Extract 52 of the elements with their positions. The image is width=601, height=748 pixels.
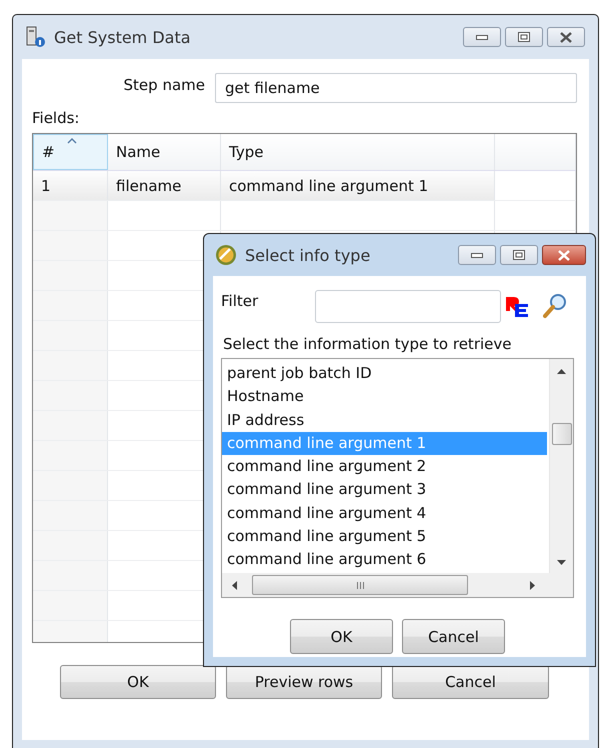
close-button[interactable] — [547, 27, 585, 47]
preview-rows-button[interactable]: Preview rows — [226, 665, 382, 699]
list-item[interactable]: command line argument 5 — [222, 525, 547, 548]
vertical-scrollbar[interactable] — [549, 359, 573, 573]
list-item[interactable]: parent job batch ID — [222, 362, 547, 386]
search-icon[interactable] — [543, 293, 567, 319]
scrollbar-thumb[interactable] — [252, 575, 468, 595]
column-header[interactable]: Type — [221, 134, 495, 170]
cancel-button[interactable]: Cancel — [402, 619, 505, 654]
cancel-button[interactable]: Cancel — [392, 665, 549, 699]
maximize-icon — [518, 32, 530, 42]
list-item[interactable]: Hostname — [222, 385, 547, 409]
scroll-up-icon — [557, 369, 566, 374]
list-item[interactable]: command line argument 4 — [222, 502, 547, 526]
minimize-icon — [476, 34, 488, 40]
fields-label: Fields: — [32, 109, 80, 127]
list-item[interactable]: command line argument 3 — [222, 478, 547, 502]
maximize-button[interactable] — [505, 27, 543, 47]
list-item[interactable]: IP address — [222, 408, 547, 432]
grip-icon — [356, 582, 364, 588]
close-icon — [557, 250, 571, 260]
filter-field[interactable] — [315, 290, 501, 323]
maximize-button[interactable] — [500, 245, 538, 265]
ok-button[interactable]: OK — [290, 619, 393, 654]
table-cell: command line argument 1 — [221, 171, 495, 200]
minimize-button[interactable] — [458, 245, 496, 265]
ok-button[interactable]: OK — [60, 665, 216, 699]
list-label: Select the information type to retrieve — [223, 335, 512, 353]
filter-label: Filter — [221, 292, 260, 310]
scroll-right-icon — [530, 581, 535, 590]
close-button[interactable] — [542, 245, 586, 265]
regex-icon[interactable] — [505, 296, 529, 318]
list-item[interactable]: command line argument 6 — [222, 548, 547, 572]
dialog-title: Select info type — [245, 246, 372, 264]
horizontal-scrollbar[interactable] — [222, 573, 549, 597]
scroll-down-icon — [557, 560, 566, 565]
column-header[interactable]: # — [33, 134, 108, 170]
scroll-left-icon — [232, 581, 237, 590]
server-info-icon — [26, 26, 46, 48]
window-title: Get System Data — [54, 28, 192, 46]
scrollbar-thumb[interactable] — [552, 423, 572, 445]
list-item[interactable]: command line argument 2 — [222, 455, 547, 478]
table-cell: 1 — [33, 171, 108, 200]
column-header[interactable]: Name — [108, 134, 221, 170]
disc-icon — [215, 244, 237, 266]
step-name-field[interactable]: get filename — [215, 73, 577, 103]
step-name-label: Step name — [124, 76, 205, 94]
maximize-icon — [513, 250, 525, 260]
table-cell: filename — [108, 171, 221, 200]
close-icon — [559, 32, 573, 42]
minimize-button[interactable] — [463, 27, 501, 47]
minimize-icon — [471, 252, 483, 258]
